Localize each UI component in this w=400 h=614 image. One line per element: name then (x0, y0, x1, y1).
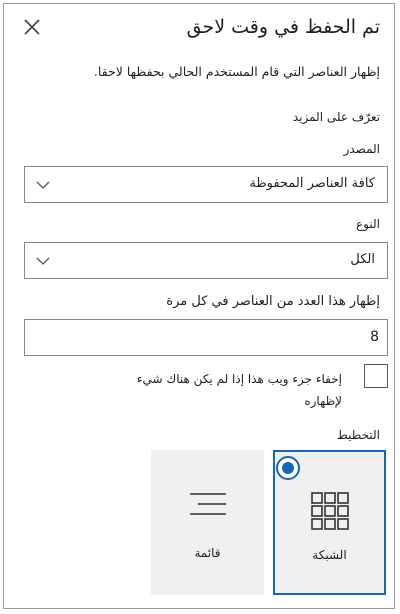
source-label: المصدر (343, 142, 380, 156)
layout-option-label: قائمة (194, 546, 221, 560)
close-icon (24, 19, 40, 35)
source-dropdown[interactable]: كافة العناصر المحفوظة (24, 166, 388, 203)
chevron-down-icon (36, 257, 50, 265)
chevron-down-icon (36, 181, 50, 189)
type-dropdown[interactable]: الكل (24, 242, 388, 279)
panel-title: تم الحفظ في وقت لاحق (186, 16, 380, 38)
count-label: إظهار هذا العدد من العناصر في كل مرة (166, 294, 380, 309)
type-label: النوع (356, 217, 380, 231)
layout-option-label: الشبكة (312, 548, 347, 562)
saved-for-later-panel: تم الحفظ في وقت لاحق إظهار العناصر التي … (3, 3, 395, 609)
list-icon (189, 493, 226, 515)
close-button[interactable] (21, 16, 43, 38)
grid-selected-radio[interactable] (276, 456, 300, 480)
layout-label: التخطيط (336, 428, 380, 442)
grid-icon (310, 492, 349, 530)
source-value: كافة العناصر المحفوظة (249, 176, 375, 191)
layout-option-list[interactable]: قائمة (151, 450, 264, 595)
count-value: 8 (370, 329, 379, 345)
panel-description: إظهار العناصر التي قام المستخدم الحالي ب… (93, 64, 380, 79)
hide-if-empty-checkbox[interactable] (364, 364, 388, 388)
count-input[interactable]: 8 (24, 319, 388, 356)
type-value: الكل (350, 252, 375, 267)
hide-if-empty-label: إخفاء جزء ويب هذا إذا لم يكن هناك شيء لإ… (136, 372, 342, 408)
learn-more-link[interactable]: تعرّف على المزيد (293, 110, 380, 124)
